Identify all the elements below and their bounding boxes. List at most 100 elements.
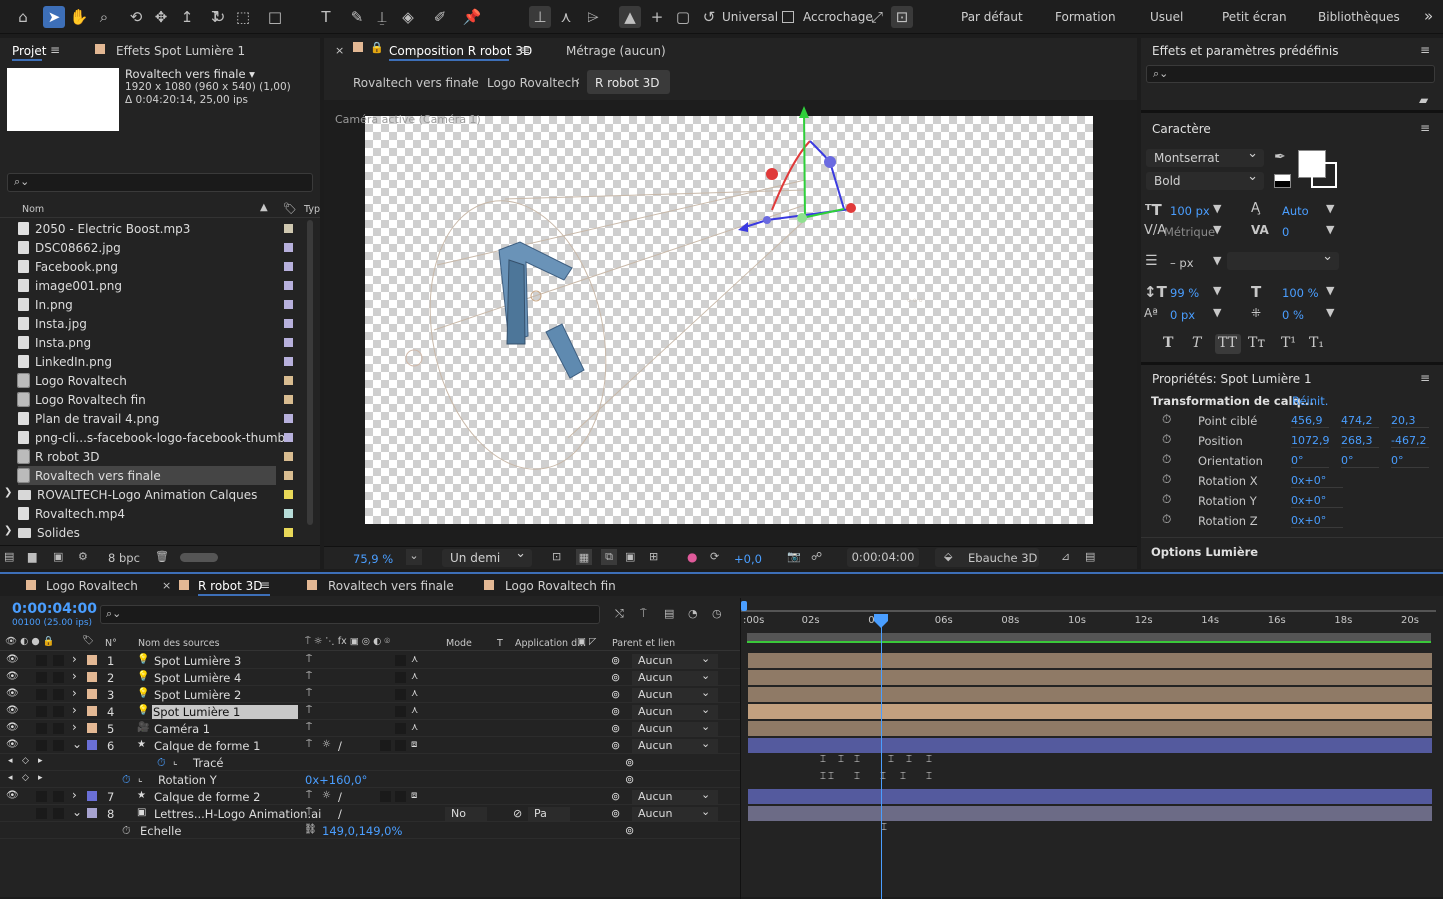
- switch-box[interactable]: [395, 706, 406, 717]
- 3d-axis-icon[interactable]: ⧈: [411, 790, 417, 801]
- faux-bold-button[interactable]: T: [1163, 335, 1173, 351]
- keyframe-marker[interactable]: ⌶: [828, 771, 834, 782]
- stopwatch-icon[interactable]: ⏱: [157, 756, 166, 770]
- col-name-header[interactable]: Nom: [22, 204, 44, 215]
- visibility-eye-icon[interactable]: 👁: [6, 688, 19, 699]
- snapping-checkbox[interactable]: [782, 11, 794, 23]
- tracking-value[interactable]: 0: [1282, 225, 1289, 239]
- collapse-switch-icon[interactable]: ☼: [322, 739, 331, 750]
- project-item[interactable]: Insta.png: [18, 333, 308, 352]
- 3d-layer-switch-icon[interactable]: ⍑: [306, 654, 312, 665]
- chevron-down-icon[interactable]: ▼: [1326, 284, 1334, 297]
- label-color-swatch[interactable]: [284, 338, 293, 347]
- composition-tab[interactable]: Composition R robot 3D: [389, 44, 532, 58]
- dolly-up-icon[interactable]: ↥: [176, 6, 198, 28]
- font-size-value[interactable]: 100 px: [1170, 204, 1210, 218]
- region-of-interest-icon[interactable]: ⊡: [552, 550, 561, 563]
- project-settings-icon[interactable]: ⚙: [78, 550, 88, 563]
- switch-box[interactable]: [380, 740, 391, 751]
- effects-search-input[interactable]: ⌕⌄: [1146, 65, 1435, 83]
- layer-duration-bar[interactable]: [748, 704, 1432, 719]
- switch-box[interactable]: [395, 672, 406, 683]
- project-item[interactable]: ❯ ROVALTECH-Logo Animation Calques: [4, 485, 308, 504]
- visibility-eye-icon[interactable]: 👁: [6, 705, 19, 716]
- comp-flowchart-icon[interactable]: ⤭: [615, 607, 624, 621]
- baseline-shift-value[interactable]: 0 px: [1170, 308, 1195, 322]
- solo-box[interactable]: [36, 791, 47, 802]
- expand-layer-icon[interactable]: ⌄: [72, 805, 82, 819]
- roto-brush-icon[interactable]: ✐: [429, 6, 451, 28]
- panel-menu-icon[interactable]: ≡: [1420, 43, 1430, 57]
- interpret-footage-icon[interactable]: ▤: [4, 550, 14, 563]
- resolution-dropdown[interactable]: Un demi: [442, 546, 532, 567]
- track-matte-dropdown[interactable]: Pa: [528, 807, 570, 821]
- chevron-down-icon[interactable]: ▼: [1326, 202, 1334, 215]
- work-area-bar[interactable]: [741, 604, 1436, 612]
- item-info-name[interactable]: Rovaltech vers finale ▾: [125, 67, 255, 81]
- layer-label-swatch[interactable]: [87, 791, 97, 801]
- timeline-search-input[interactable]: ⌕⌄: [100, 605, 600, 624]
- layer-row[interactable]: 👁 › 2 💡 Spot Lumière 4 ⍑ ⋏ ⊚ Aucun ⌄: [0, 669, 740, 686]
- workspace-formation[interactable]: Formation: [1055, 10, 1116, 24]
- color-channels-icon[interactable]: ●: [687, 550, 697, 564]
- label-color-swatch[interactable]: [284, 224, 293, 233]
- pick-whip-icon[interactable]: ⊚: [611, 739, 620, 752]
- pick-whip-icon[interactable]: ⊚: [625, 824, 634, 837]
- stopwatch-icon[interactable]: ⏱: [1162, 472, 1171, 487]
- layer-row[interactable]: 👁 › 7 ★ Calque de forme 2 ⍑ ☼ / ⧈ ⊚ Aucun ⌄: [0, 788, 740, 805]
- visibility-eye-icon[interactable]: 👁: [6, 671, 19, 682]
- expand-folder-icon[interactable]: ❯: [4, 525, 12, 536]
- project-item[interactable]: png-cli...s-facebook-logo-facebook-thumb…: [18, 428, 308, 447]
- draft-3d-icon[interactable]: ⍑: [640, 607, 647, 621]
- expand-layer-icon[interactable]: ›: [72, 669, 77, 683]
- keyframe-marker[interactable]: ⌶: [854, 771, 860, 782]
- expand-layer-icon[interactable]: ›: [72, 686, 77, 700]
- font-style-dropdown[interactable]: Bold: [1146, 169, 1264, 190]
- property-value[interactable]: 0°: [1391, 454, 1429, 468]
- keyframe-track[interactable]: ⌶ ⌶ ⌶ ⌶ ⌶ ⌶: [748, 771, 1432, 787]
- layer-label-swatch[interactable]: [87, 740, 97, 750]
- mode-dropdown[interactable]: No: [445, 807, 487, 821]
- 3d-select-icon[interactable]: ▲: [619, 6, 641, 28]
- layer-name[interactable]: Spot Lumière 1: [152, 705, 298, 719]
- expand-folder-icon[interactable]: ❯: [4, 487, 12, 498]
- all-caps-button[interactable]: TT: [1218, 335, 1237, 351]
- 3d-axis-icon[interactable]: ⧈: [411, 739, 417, 750]
- 3d-layer-switch-icon[interactable]: ⍑: [306, 722, 312, 733]
- layer-duration-bar[interactable]: [748, 738, 1432, 753]
- constrain-proportions-icon[interactable]: ⛓: [304, 824, 317, 835]
- grid-options-icon[interactable]: ⊞: [649, 550, 658, 563]
- visibility-eye-icon[interactable]: 👁: [6, 722, 19, 733]
- subscript-button[interactable]: T₁: [1309, 335, 1324, 351]
- lock-box[interactable]: [53, 655, 64, 666]
- keyframe-marker[interactable]: ⌶: [926, 754, 932, 765]
- graph-icon[interactable]: ⌞: [173, 756, 178, 767]
- label-color-swatch[interactable]: [284, 262, 293, 271]
- keyframe-marker[interactable]: ⌶: [820, 771, 826, 782]
- 3d-axis-icon[interactable]: ⋏: [411, 671, 418, 682]
- timeline-tab-logo-rovaltech[interactable]: Logo Rovaltech: [46, 579, 138, 593]
- switch-box[interactable]: [395, 740, 406, 751]
- keyframe-marker[interactable]: ⌶: [906, 754, 912, 765]
- switch-box[interactable]: [395, 791, 406, 802]
- layer-row[interactable]: 👁 › 1 💡 Spot Lumière 3 ⍑ ⋏ ⊚ Aucun ⌄: [0, 652, 740, 669]
- 3d-axis-icon[interactable]: ⋏: [411, 722, 418, 733]
- keyframe-track[interactable]: ⌶ ⌶ ⌶ ⌶ ⌶ ⌶: [748, 754, 1432, 770]
- vertical-scale-value[interactable]: 99 %: [1170, 286, 1199, 300]
- layer-name[interactable]: Lettres...H-Logo Animation.ai: [154, 807, 321, 821]
- pick-whip-icon[interactable]: ⊚: [611, 705, 620, 718]
- stopwatch-icon[interactable]: ⏱: [1162, 452, 1171, 467]
- label-color-swatch[interactable]: [284, 452, 293, 461]
- chevron-down-icon[interactable]: ▼: [1213, 202, 1221, 215]
- project-item[interactable]: Logo Rovaltech: [17, 371, 308, 390]
- keyframe-marker[interactable]: ⌶: [900, 771, 906, 782]
- collapse-switch-icon[interactable]: ☼: [322, 790, 331, 801]
- hand-tool-icon[interactable]: ✋: [68, 6, 90, 28]
- snap-target-icon[interactable]: ⊡: [891, 6, 913, 28]
- close-tab-icon[interactable]: ×: [335, 44, 344, 57]
- layer-duration-bar[interactable]: [748, 789, 1432, 804]
- keyframe-marker[interactable]: ⌶: [820, 754, 826, 765]
- 3d-layer-switch-icon[interactable]: ⍑: [306, 790, 312, 801]
- label-color-swatch[interactable]: [284, 528, 293, 537]
- workspace-usuel[interactable]: Usuel: [1150, 10, 1183, 24]
